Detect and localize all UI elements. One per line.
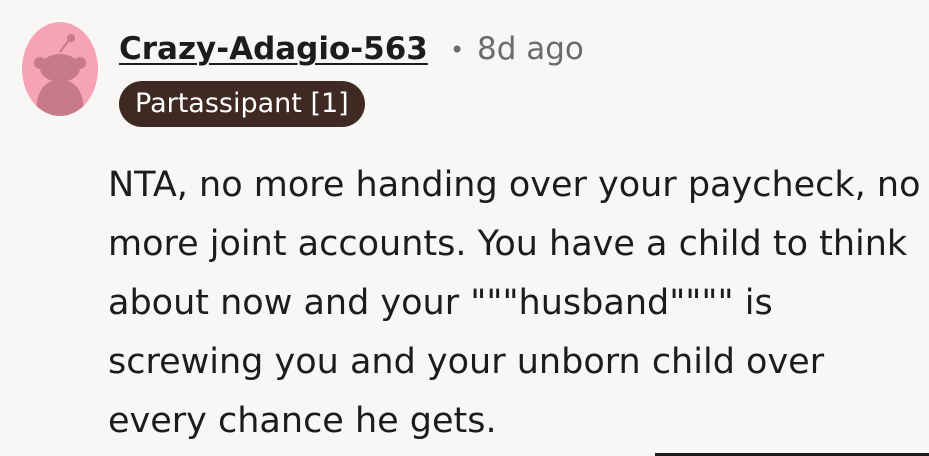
comment-timestamp[interactable]: 8d ago xyxy=(477,31,584,67)
reddit-snoo-avatar-icon xyxy=(34,34,86,116)
meta-separator-dot: • xyxy=(450,36,465,64)
comment-body-text: NTA, no more handing over your paycheck,… xyxy=(108,165,921,441)
user-flair-badge: Partassipant [1] xyxy=(119,81,365,127)
author-username-link[interactable]: Crazy-Adagio-563 xyxy=(119,31,428,67)
avatar[interactable] xyxy=(22,22,98,116)
